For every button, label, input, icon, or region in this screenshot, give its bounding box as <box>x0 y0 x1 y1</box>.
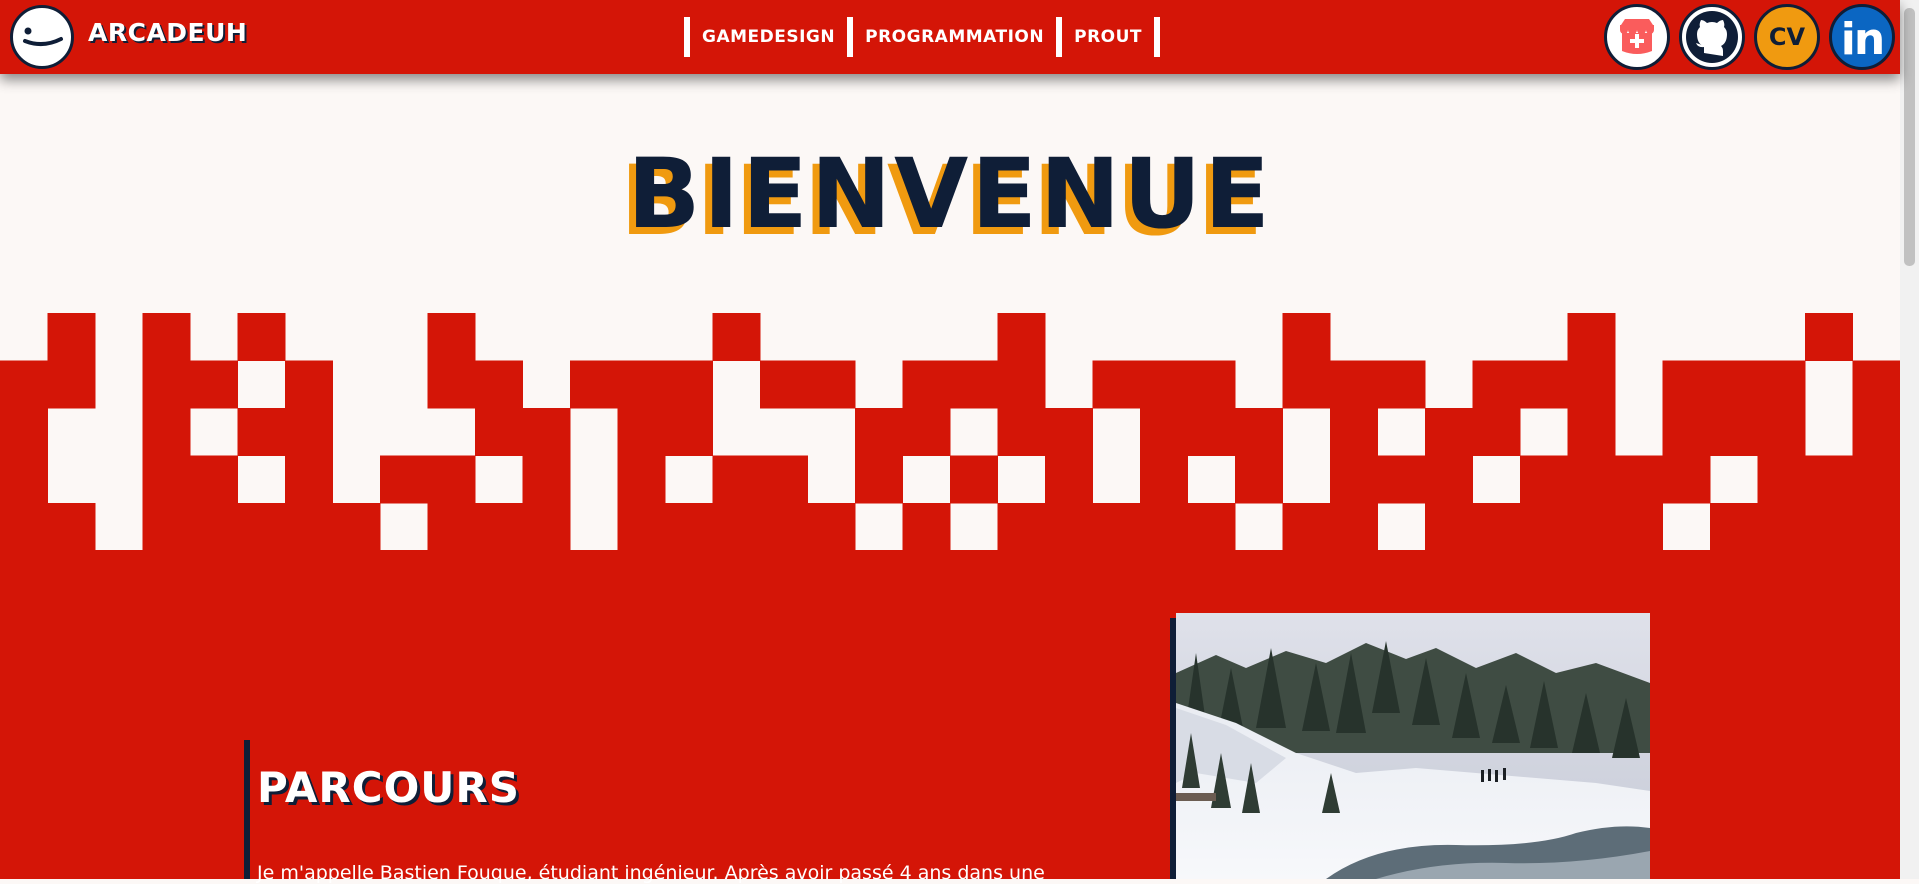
page-scrollbar[interactable] <box>1900 0 1919 879</box>
nav-link-gamedesign[interactable]: GAMEDESIGN <box>690 17 847 57</box>
welcome-title: BIENVENUE <box>627 138 1273 250</box>
cv-label: CV <box>1768 23 1806 51</box>
top-navbar: ARCADEUH GAMEDESIGN PROGRAMMATION PROUT … <box>0 0 1900 74</box>
logo-smiley-icon[interactable] <box>10 5 74 69</box>
parcours-accent-bar <box>244 740 250 879</box>
pixel-pattern <box>0 313 1900 550</box>
linkedin-label: in <box>1840 13 1885 65</box>
linkedin-icon[interactable]: in <box>1829 4 1895 70</box>
nav-link-prout[interactable]: PROUT <box>1062 17 1154 57</box>
github-icon[interactable] <box>1679 4 1745 70</box>
main-nav: GAMEDESIGN PROGRAMMATION PROUT <box>684 17 1161 57</box>
winter-landscape-photo <box>1176 613 1650 879</box>
brand-name[interactable]: ARCADEUH <box>88 18 247 47</box>
parcours-title: PARCOURS <box>257 763 520 812</box>
cv-icon[interactable]: CV <box>1754 4 1820 70</box>
itch-io-icon[interactable] <box>1604 4 1670 70</box>
nav-separator <box>1154 17 1161 57</box>
parcours-text: Je m'appelle Bastien Fouque, étudiant in… <box>257 862 1045 884</box>
nav-link-programmation[interactable]: PROGRAMMATION <box>853 17 1056 57</box>
scrollbar-thumb[interactable] <box>1904 8 1915 266</box>
